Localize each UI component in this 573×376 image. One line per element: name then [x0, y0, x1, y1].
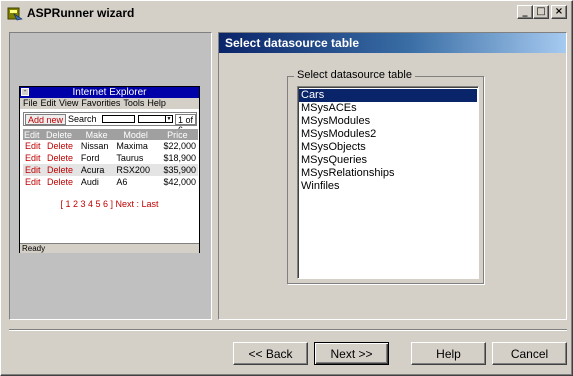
preview-search-label: Search — [68, 114, 97, 124]
preview-panel: - Internet Explorer File Edit View Favoriti… — [9, 32, 212, 320]
preview-table-row: Edit Delete Ford Taurus $18,900 — [23, 152, 198, 164]
preview-cell: A6 — [116, 177, 128, 187]
preview-menu-edit: Edit — [40, 98, 57, 108]
groupbox-label: Select datasource table — [294, 69, 415, 81]
preview-cell: Delete — [47, 153, 74, 163]
preview-cell: $42,000 — [163, 177, 196, 187]
datasource-panel: Select datasource table Select datasourc… — [218, 32, 567, 320]
preview-add-new: Add new — [25, 114, 67, 125]
preview-cell: Audi — [80, 177, 99, 187]
preview-cell: Maxima — [116, 141, 148, 151]
app-icon — [7, 7, 23, 21]
close-button[interactable]: × — [551, 5, 567, 19]
list-item[interactable]: MSysQueries — [299, 154, 477, 167]
footer-divider — [9, 329, 567, 331]
list-item[interactable]: MSysACEs — [299, 102, 477, 115]
preview-menu-tools: Tools — [123, 98, 145, 108]
preview-col-make: Make — [78, 129, 115, 140]
list-item[interactable]: MSysModules2 — [299, 128, 477, 141]
preview-cell: Delete — [47, 177, 74, 187]
preview-table-row: Edit Delete Nissan Maxima $22,000 — [23, 140, 198, 152]
wizard-window: ASPRunner wizard _ □ × - Internet Explor… — [0, 0, 573, 376]
preview-table-row: Edit Delete Audi A6 $42,000 — [23, 176, 198, 188]
preview-col-edit: Edit — [23, 129, 46, 140]
chevron-down-icon: ▼ — [165, 116, 172, 122]
preview-col-price: Price — [156, 129, 198, 140]
minimize-button[interactable]: _ — [517, 5, 533, 19]
preview-search-box — [102, 115, 135, 123]
preview-page-indicator: 1 of 6 — [175, 114, 196, 135]
list-item[interactable]: Winfiles — [299, 180, 477, 193]
preview-title: Internet Explorer — [72, 87, 147, 98]
preview-search-select: ▼ — [138, 115, 173, 123]
preview-system-icon: - — [21, 88, 29, 96]
preview-cell: $35,900 — [156, 164, 198, 176]
preview-menu-bar: File Edit View Favorities Tools Help — [20, 98, 199, 109]
preview-cell: Ford — [80, 153, 100, 163]
list-item[interactable]: Cars — [299, 89, 477, 102]
cancel-button[interactable]: Cancel — [492, 342, 567, 365]
preview-cell: Edit — [23, 164, 46, 176]
back-button[interactable]: << Back — [233, 342, 308, 365]
maximize-button[interactable]: □ — [533, 5, 549, 19]
preview-cell: Acura — [78, 164, 115, 176]
window-title: ASPRunner wizard — [27, 6, 135, 20]
preview-cell: RSX200 — [114, 164, 157, 176]
preview-title-bar: - Internet Explorer — [20, 87, 199, 98]
preview-menu-view: View — [59, 98, 79, 108]
preview-col-delete: Delete — [45, 129, 79, 140]
list-item[interactable]: MSysModules — [299, 115, 477, 128]
preview-col-model: Model — [114, 129, 157, 140]
preview-cell: $22,000 — [163, 141, 196, 151]
preview-menu-file: File — [23, 98, 38, 108]
preview-menu-help: Help — [147, 98, 166, 108]
preview-status-bar: Ready — [20, 243, 199, 253]
preview-cell: $18,900 — [163, 153, 196, 163]
list-item[interactable]: MSysRelationships — [299, 167, 477, 180]
datasource-groupbox: Select datasource table Cars MSysACEs MS… — [287, 69, 484, 284]
preview-cell: Delete — [47, 141, 74, 151]
help-button[interactable]: Help — [411, 342, 486, 365]
next-button[interactable]: Next >> — [314, 342, 389, 365]
preview-table: Edit Delete Make Model Price Edit Delete… — [23, 129, 198, 188]
table-listbox[interactable]: Cars MSysACEs MSysModules MSysModules2 M… — [297, 86, 479, 279]
list-item[interactable]: MSysObjects — [299, 141, 477, 154]
title-bar[interactable]: ASPRunner wizard _ □ × — [3, 3, 570, 23]
preview-cell: Taurus — [116, 153, 144, 163]
preview-cell: Delete — [45, 164, 79, 176]
preview-table-row: Edit Delete Acura RSX200 $35,900 — [23, 164, 198, 176]
preview-toolbar: Add new Search ▼ 1 of 6 — [23, 112, 197, 135]
panel-header: Select datasource table — [219, 33, 566, 53]
preview-cell: Edit — [25, 141, 41, 151]
preview-cell: Nissan — [80, 141, 109, 151]
preview-cell: Edit — [25, 153, 41, 163]
preview-menu-favorities: Favorities — [81, 98, 121, 108]
preview-pager: [ 1 2 3 4 5 6 ] Next : Last — [60, 199, 159, 209]
preview-cell: Edit — [25, 177, 41, 187]
browser-preview: - Internet Explorer File Edit View Favoriti… — [19, 86, 200, 253]
